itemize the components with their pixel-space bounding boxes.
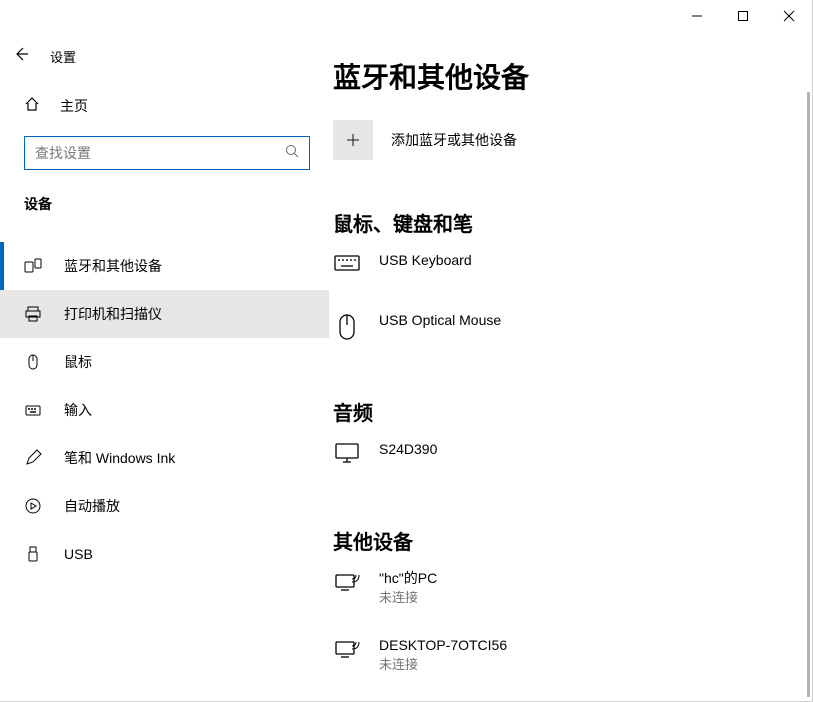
device-row[interactable]: S24D390 [333, 440, 798, 470]
autoplay-icon [24, 497, 42, 515]
plus-icon [333, 120, 373, 160]
device-label: DESKTOP-7OTCI56 [379, 636, 507, 654]
device-row[interactable]: "hc"的PC 未连接 [333, 569, 798, 606]
device-label: S24D390 [379, 440, 437, 458]
device-status: 未连接 [379, 654, 507, 673]
nav-label: 输入 [64, 400, 92, 420]
content-area: 蓝牙和其他设备 添加蓝牙或其他设备 鼠标、键盘和笔 USB Keyboard [329, 32, 812, 701]
monitor-icon [333, 442, 361, 470]
device-status: 未连接 [379, 587, 437, 606]
category-header: 设备 [0, 180, 329, 224]
window-title: 设置 [50, 47, 76, 66]
device-label: "hc"的PC [379, 569, 437, 587]
close-button[interactable] [766, 0, 812, 32]
bluetooth-devices-icon [24, 257, 42, 275]
home-label: 主页 [60, 96, 88, 116]
nav-item-usb[interactable]: USB [0, 530, 329, 578]
section-title-other: 其他设备 [333, 526, 798, 555]
device-label: USB Optical Mouse [379, 311, 501, 329]
maximize-button[interactable] [720, 0, 766, 32]
home-row[interactable]: 主页 [0, 86, 329, 126]
pc-wireless-icon [333, 638, 361, 666]
device-row[interactable]: USB Optical Mouse [333, 311, 798, 341]
back-icon[interactable] [12, 45, 30, 68]
nav-label: 自动播放 [64, 496, 120, 516]
add-device-label: 添加蓝牙或其他设备 [391, 130, 517, 150]
nav-item-autoplay[interactable]: 自动播放 [0, 482, 329, 530]
keyboard-device-icon [333, 253, 361, 281]
nav-label: 笔和 Windows Ink [64, 448, 175, 468]
nav-item-pen[interactable]: 笔和 Windows Ink [0, 434, 329, 482]
usb-icon [24, 545, 42, 563]
device-row[interactable]: USB Keyboard [333, 251, 798, 281]
mouse-icon [24, 353, 42, 371]
home-icon [24, 96, 40, 117]
search-input[interactable] [35, 145, 285, 161]
page-title: 蓝牙和其他设备 [333, 56, 798, 96]
nav-item-bluetooth[interactable]: 蓝牙和其他设备 [0, 242, 329, 290]
nav-item-typing[interactable]: 输入 [0, 386, 329, 434]
nav-list: 蓝牙和其他设备 打印机和扫描仪 鼠标 [0, 242, 329, 578]
nav-item-printers[interactable]: 打印机和扫描仪 [0, 290, 329, 338]
printer-icon [24, 305, 42, 323]
nav-label: 打印机和扫描仪 [64, 304, 162, 324]
search-box[interactable] [24, 136, 310, 170]
nav-label: USB [64, 546, 93, 562]
search-icon [285, 144, 299, 163]
pc-wireless-icon [333, 571, 361, 599]
mouse-device-icon [333, 313, 361, 341]
titlebar [0, 0, 812, 32]
add-device-row[interactable]: 添加蓝牙或其他设备 [333, 120, 798, 160]
nav-label: 鼠标 [64, 352, 92, 372]
scrollbar[interactable] [807, 92, 810, 697]
device-row[interactable]: DESKTOP-7OTCI56 未连接 [333, 636, 798, 673]
keyboard-icon [24, 401, 42, 419]
pen-icon [24, 449, 42, 467]
minimize-button[interactable] [674, 0, 720, 32]
nav-label: 蓝牙和其他设备 [64, 256, 162, 276]
section-title-audio: 音频 [333, 397, 798, 426]
device-label: USB Keyboard [379, 251, 472, 269]
sidebar: 设置 主页 设备 [0, 32, 329, 701]
nav-item-mouse[interactable]: 鼠标 [0, 338, 329, 386]
section-title-input: 鼠标、键盘和笔 [333, 208, 798, 237]
settings-window: 设置 主页 设备 [0, 0, 813, 702]
